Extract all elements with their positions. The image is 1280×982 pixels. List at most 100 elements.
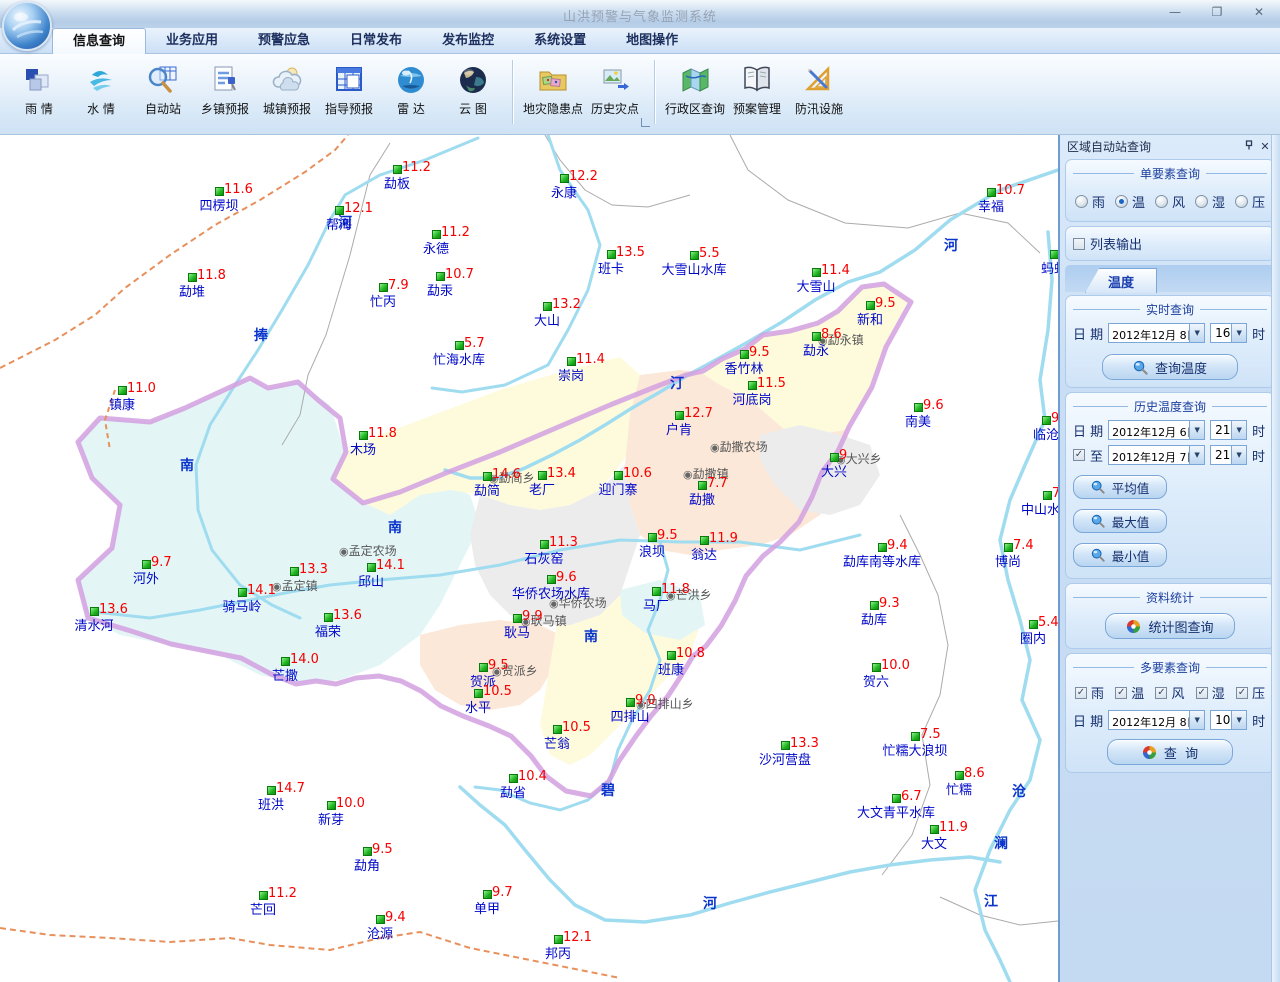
station-label: 勐板 (384, 173, 410, 192)
toolbar-button-image-arrow[interactable]: 历史灾点 (584, 60, 646, 117)
checkbox-option-rain[interactable]: ✓雨 (1075, 683, 1104, 702)
list-output-option[interactable]: 列表输出 (1073, 234, 1267, 253)
minimum-button[interactable]: 最小值 (1073, 543, 1167, 567)
map-canvas[interactable]: 11.6四楞坝11.2勐板12.1帮海12.2永康11.8勐堆11.2永德10.… (0, 135, 1058, 982)
toolbar-button-map-sheet[interactable]: 行政区查询 (664, 60, 726, 117)
close-button[interactable]: ✕ (1246, 3, 1272, 21)
toolbar-separator (512, 60, 514, 124)
toolbar: 雨 情水 情自动站乡镇预报城镇预报指导预报雷 达云 图地灾隐患点历史灾点行政区查… (0, 54, 1280, 135)
multi-query-button[interactable]: 查 询 (1107, 739, 1233, 765)
search-icon (1091, 480, 1105, 494)
chevron-down-icon[interactable]: ▼ (1231, 711, 1246, 729)
realtime-date-value: 2012年12月 8日 (1109, 324, 1189, 342)
station-label: 邦丙 (545, 943, 571, 962)
title-bar: 山洪预警与气象监测系统 —❐✕ (0, 0, 1280, 28)
list-output-label: 列表输出 (1090, 234, 1142, 253)
maximum-button[interactable]: 最大值 (1073, 509, 1167, 533)
town-circle-icon: ◉ (710, 441, 720, 454)
realtime-date-picker[interactable]: 2012年12月 8日 ▼ (1108, 323, 1205, 343)
station-label: 博尚 (995, 551, 1021, 570)
menu-tab-3[interactable]: 日常发布 (330, 28, 422, 53)
toolbar-button-folder-map[interactable]: 地灾隐患点 (522, 60, 584, 117)
pin-icon[interactable] (1241, 140, 1257, 154)
town-marker: ◉孟定镇 (272, 577, 318, 594)
toolbar-button-label: 乡镇预报 (201, 100, 249, 117)
toolbar-button-grid-table[interactable]: 指导预报 (318, 60, 380, 117)
realtime-hour-suffix: 时 (1252, 324, 1265, 343)
chevron-down-icon[interactable]: ▼ (1231, 446, 1246, 464)
river-east (975, 232, 1052, 982)
menu-tab-2[interactable]: 预警应急 (238, 28, 330, 53)
radio-wind-icon (1155, 195, 1168, 208)
station-label: 大雪山 (796, 276, 835, 295)
chevron-down-icon[interactable]: ▼ (1189, 446, 1204, 464)
globe-blue-icon (393, 62, 429, 98)
station-label: 大文青平水库 (857, 802, 935, 821)
toolbar-button-rain-cubes[interactable]: 雨 情 (8, 60, 70, 117)
history-to-checkbox[interactable]: ✓ (1073, 449, 1085, 461)
toolbar-button-globe-earth[interactable]: 云 图 (442, 60, 504, 117)
radio-option-temperature[interactable]: 温 (1115, 192, 1145, 211)
menu-tab-6[interactable]: 地图操作 (606, 28, 698, 53)
checkbox-option-pressure[interactable]: ✓压 (1236, 683, 1265, 702)
checkbox-option-temperature[interactable]: ✓温 (1115, 683, 1144, 702)
history-date-to-picker[interactable]: 2012年12月 7日 ▼ (1108, 445, 1205, 465)
multi-date-picker[interactable]: 2012年12月 8日 ▼ (1108, 710, 1205, 730)
radio-label: 雨 (1092, 192, 1105, 211)
menu-tab-5[interactable]: 系统设置 (514, 28, 606, 53)
realtime-hour-picker[interactable]: 16 ▼ (1210, 323, 1247, 343)
town-label: 孟定农场 (349, 544, 397, 558)
minimize-button[interactable]: — (1162, 3, 1188, 21)
multi-hour-picker[interactable]: 10 ▼ (1210, 710, 1247, 730)
checkbox-option-wind[interactable]: ✓风 (1155, 683, 1184, 702)
app-logo-globe-icon[interactable] (2, 1, 52, 51)
toolbar-button-doc-pin[interactable]: 乡镇预报 (194, 60, 256, 117)
station-label: 勐永 (803, 340, 829, 359)
toolbar-button-book[interactable]: 预案管理 (726, 60, 788, 117)
list-output-checkbox[interactable] (1073, 238, 1085, 250)
menu-tab-1[interactable]: 业务应用 (146, 28, 238, 53)
chevron-down-icon[interactable]: ▼ (1189, 711, 1204, 729)
history-hour-to-picker[interactable]: 21 ▼ (1210, 445, 1247, 465)
multi-hour-suffix: 时 (1252, 711, 1265, 730)
toolbar-button-cloud[interactable]: 城镇预报 (256, 60, 318, 117)
maximize-button[interactable]: ❐ (1204, 3, 1230, 21)
menu-tab-0[interactable]: 信息查询 (52, 28, 146, 54)
query-panel: 区域自动站查询 ✕ 单要素查询 雨温风湿压 列表输出 温度 实时查询 日 期 (1058, 135, 1280, 982)
radio-label: 湿 (1212, 192, 1225, 211)
chevron-down-icon[interactable]: ▼ (1231, 421, 1246, 439)
checkbox-option-humidity[interactable]: ✓湿 (1196, 683, 1225, 702)
radio-option-rain[interactable]: 雨 (1075, 192, 1105, 211)
toolbar-button-label: 指导预报 (325, 100, 373, 117)
history-date-from-picker[interactable]: 2012年12月 6日 ▼ (1108, 420, 1205, 440)
panel-scrollbar[interactable] (1271, 135, 1280, 982)
river-label: 河 (703, 893, 717, 913)
station-label: 新芽 (318, 809, 344, 828)
average-button[interactable]: 平均值 (1073, 475, 1167, 499)
toolbar-button-ruler-triangle[interactable]: 防汛设施 (788, 60, 850, 117)
history-hour-from-picker[interactable]: 21 ▼ (1210, 420, 1247, 440)
checkbox-rain-icon: ✓ (1075, 687, 1087, 699)
statistics-chart-button[interactable]: 统计图查询 (1105, 613, 1235, 639)
query-temperature-button[interactable]: 查询温度 (1102, 354, 1238, 380)
dialog-launcher-icon[interactable] (641, 118, 650, 127)
radio-option-humidity[interactable]: 湿 (1195, 192, 1225, 211)
toolbar-button-label: 预案管理 (733, 100, 781, 117)
chevron-down-icon[interactable]: ▼ (1231, 324, 1246, 342)
station-label: 老厂 (529, 479, 555, 498)
toolbar-button-water-wave[interactable]: 水 情 (70, 60, 132, 117)
menu-tab-4[interactable]: 发布监控 (422, 28, 514, 53)
radio-temperature-icon (1115, 195, 1128, 208)
station-label: 勐角 (354, 855, 380, 874)
toolbar-button-magnifier-table[interactable]: 自动站 (132, 60, 194, 117)
tab-temperature[interactable]: 温度 (1085, 268, 1157, 293)
toolbar-button-globe-blue[interactable]: 雷 达 (380, 60, 442, 117)
history-date-to-value: 2012年12月 7日 (1109, 446, 1189, 464)
chevron-down-icon[interactable]: ▼ (1189, 324, 1204, 342)
history-hour-from-value: 21 (1211, 421, 1231, 439)
station-label: 永康 (551, 182, 577, 201)
radio-option-pressure[interactable]: 压 (1235, 192, 1265, 211)
chevron-down-icon[interactable]: ▼ (1189, 421, 1204, 439)
radio-option-wind[interactable]: 风 (1155, 192, 1185, 211)
river-label: 沧 (1012, 781, 1026, 801)
